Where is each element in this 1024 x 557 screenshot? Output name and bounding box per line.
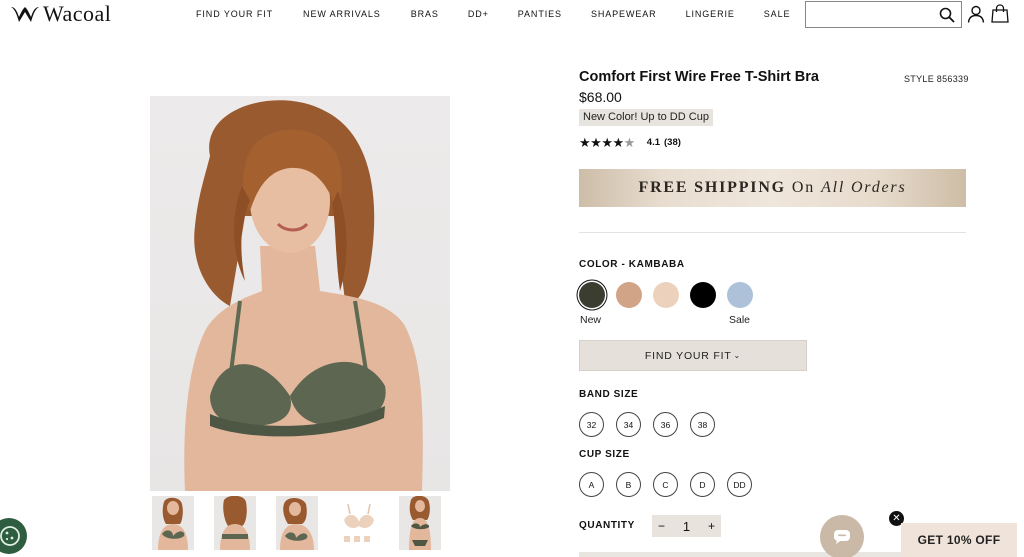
review-count[interactable]: (38): [664, 137, 681, 148]
rating-value: 4.1: [646, 137, 660, 148]
main-nav: FIND YOUR FIT NEW ARRIVALS BRAS DD+ PANT…: [196, 9, 790, 19]
band-size-option[interactable]: 36: [653, 412, 678, 437]
star-empty-icon: ★: [623, 135, 636, 150]
style-number: STYLE 856339: [904, 74, 969, 84]
thumbnail-1[interactable]: [152, 496, 194, 550]
cookie-icon: [0, 526, 20, 546]
main-product-image[interactable]: [150, 96, 450, 491]
nav-new-arrivals[interactable]: NEW ARRIVALS: [303, 9, 381, 19]
chat-button[interactable]: [820, 515, 864, 557]
thumbnail-5[interactable]: [399, 496, 441, 550]
free-shipping-banner[interactable]: FREE SHIPPING On All Orders: [579, 169, 966, 207]
band-size-label: BAND SIZE: [579, 389, 639, 400]
nav-panties[interactable]: PANTIES: [518, 9, 562, 19]
nav-dd-plus[interactable]: DD+: [468, 9, 489, 19]
cup-size-option[interactable]: A: [579, 472, 604, 497]
nav-shapewear[interactable]: SHAPEWEAR: [591, 9, 657, 19]
cookie-settings-button[interactable]: [0, 518, 27, 554]
quantity-label: QUANTITY: [579, 520, 635, 531]
banner-text-free-shipping: FREE SHIPPING: [638, 179, 786, 196]
rating-stars: ★★★★★: [579, 136, 635, 149]
get-10-off-tab[interactable]: GET 10% OFF: [901, 523, 1017, 557]
nav-sale[interactable]: SALE: [764, 9, 791, 19]
thumbnail-3[interactable]: [276, 496, 318, 550]
swatch-kambaba[interactable]: [579, 282, 605, 308]
star-icon: ★: [612, 135, 624, 150]
quantity-stepper: − 1 +: [652, 515, 721, 537]
quantity-decrease-button[interactable]: −: [658, 519, 665, 533]
star-icon: ★: [579, 135, 591, 150]
banner-text-on: On: [791, 179, 816, 196]
logo-mark-icon: [11, 7, 39, 22]
band-size-option[interactable]: 38: [690, 412, 715, 437]
cup-size-option[interactable]: D: [690, 472, 715, 497]
cup-size-option[interactable]: DD: [727, 472, 752, 497]
nav-find-your-fit[interactable]: FIND YOUR FIT: [196, 9, 273, 19]
swatch-note-sale: Sale: [729, 314, 751, 326]
swatch-note-new: New: [580, 314, 602, 326]
swatch-black[interactable]: [690, 282, 716, 308]
thumbnail-4[interactable]: [338, 496, 380, 550]
nav-lingerie[interactable]: LINGERIE: [686, 9, 735, 19]
account-icon[interactable]: [967, 5, 985, 23]
band-size-option[interactable]: 32: [579, 412, 604, 437]
shopping-bag-icon[interactable]: [991, 4, 1009, 23]
cup-size-label: CUP SIZE: [579, 449, 630, 460]
product-price: $68.00: [579, 89, 622, 105]
section-divider: [579, 232, 966, 233]
star-icon: ★: [601, 135, 613, 150]
model-photo: [184, 100, 423, 491]
swatch-rose[interactable]: [616, 282, 642, 308]
color-label: COLOR - KAMBABA: [579, 259, 685, 270]
quantity-value[interactable]: 1: [683, 519, 690, 534]
new-color-badge: New Color! Up to DD Cup: [579, 109, 713, 126]
quantity-increase-button[interactable]: +: [708, 519, 715, 533]
banner-text-all-orders: All Orders: [821, 179, 907, 196]
thumbnail-2[interactable]: [214, 496, 256, 550]
nav-bras[interactable]: BRAS: [411, 9, 439, 19]
chevron-down-icon: ⌄: [733, 351, 742, 360]
rating-summary[interactable]: ★★★★★ 4.1 (38): [579, 136, 681, 149]
find-your-fit-button[interactable]: FIND YOUR FIT ⌄: [579, 340, 807, 371]
swatch-blue[interactable]: [727, 282, 753, 308]
search-icon[interactable]: [939, 7, 955, 23]
logo-text: Wacoal: [43, 1, 112, 26]
chat-bubble-icon: [834, 530, 850, 544]
star-icon: ★: [590, 135, 602, 150]
site-header: Wacoal FIND YOUR FIT NEW ARRIVALS BRAS D…: [0, 0, 1024, 30]
search-input[interactable]: [810, 5, 932, 24]
search-box: [805, 1, 962, 28]
product-title: Comfort First Wire Free T-Shirt Bra: [579, 69, 819, 85]
cup-size-option[interactable]: B: [616, 472, 641, 497]
cup-size-option[interactable]: C: [653, 472, 678, 497]
swatch-sand[interactable]: [653, 282, 679, 308]
band-size-option[interactable]: 34: [616, 412, 641, 437]
wacoal-logo[interactable]: Wacoal: [11, 3, 111, 25]
find-your-fit-label: FIND YOUR FIT: [644, 349, 732, 362]
